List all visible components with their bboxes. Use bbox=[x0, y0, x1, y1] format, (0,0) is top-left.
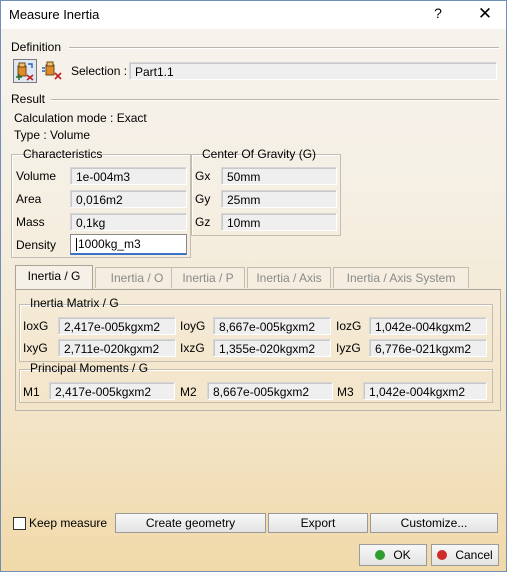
iyzg-field[interactable]: 6,776e-021kgxm2 bbox=[369, 339, 487, 357]
gz-label: Gz bbox=[195, 215, 211, 229]
measure-item-icon[interactable] bbox=[41, 59, 65, 83]
measure-mode-icon[interactable] bbox=[13, 59, 37, 83]
calculation-mode-text: Calculation mode : Exact bbox=[14, 111, 147, 125]
inertia-matrix-title: Inertia Matrix / G bbox=[30, 296, 119, 310]
m2-field[interactable]: 8,667e-005kgxm2 bbox=[207, 382, 333, 400]
measure-inertia-dialog: Measure Inertia ? ✕ Definition Selection… bbox=[0, 0, 507, 572]
export-button[interactable]: Export bbox=[268, 513, 368, 533]
type-text: Type : Volume bbox=[14, 128, 91, 142]
ixyg-label: IxyG bbox=[23, 341, 48, 355]
m2-label: M2 bbox=[180, 385, 197, 399]
area-label: Area bbox=[16, 192, 42, 206]
area-field[interactable]: 0,016m2 bbox=[70, 190, 187, 208]
mass-field[interactable]: 0,1kg bbox=[70, 213, 187, 231]
ok-button[interactable]: OK bbox=[359, 544, 427, 566]
ioyg-field[interactable]: 8,667e-005kgxm2 bbox=[213, 317, 331, 335]
iozg-field[interactable]: 1,042e-004kgxm2 bbox=[369, 317, 487, 335]
iyzg-label: IyzG bbox=[336, 341, 361, 355]
center-of-gravity-title: Center Of Gravity (G) bbox=[202, 147, 317, 161]
help-button[interactable]: ? bbox=[426, 5, 450, 25]
window-title: Measure Inertia bbox=[9, 7, 100, 22]
tab-inertia-g[interactable]: Inertia / G bbox=[15, 265, 93, 289]
density-input[interactable]: 1000kg_m3 bbox=[70, 234, 187, 255]
iozg-label: IozG bbox=[336, 319, 362, 333]
ok-label: OK bbox=[393, 548, 411, 562]
cancel-button[interactable]: Cancel bbox=[431, 544, 499, 566]
customize-button[interactable]: Customize... bbox=[370, 513, 498, 533]
keep-measure-label: Keep measure bbox=[29, 516, 108, 530]
m3-label: M3 bbox=[337, 385, 354, 399]
ioxg-field[interactable]: 2,417e-005kgxm2 bbox=[58, 317, 176, 335]
gy-field[interactable]: 25mm bbox=[221, 190, 337, 208]
gx-field[interactable]: 50mm bbox=[221, 167, 337, 185]
density-value: 1000kg_m3 bbox=[78, 237, 141, 251]
characteristics-title: Characteristics bbox=[23, 147, 103, 161]
definition-label: Definition bbox=[11, 40, 62, 54]
density-label: Density bbox=[16, 238, 57, 252]
m3-field[interactable]: 1,042e-004kgxm2 bbox=[363, 382, 487, 400]
result-label: Result bbox=[11, 92, 46, 106]
tab-inertia-o[interactable]: Inertia / O bbox=[95, 267, 179, 288]
ioyg-label: IoyG bbox=[180, 319, 206, 333]
selection-field[interactable]: Part1.1 bbox=[129, 62, 497, 80]
volume-field[interactable]: 1e-004m3 bbox=[70, 167, 187, 185]
m1-label: M1 bbox=[23, 385, 40, 399]
gy-label: Gy bbox=[195, 192, 211, 206]
cancel-label: Cancel bbox=[455, 548, 493, 562]
mass-label: Mass bbox=[16, 215, 45, 229]
principal-moments-title: Principal Moments / G bbox=[30, 361, 149, 375]
ok-icon bbox=[375, 550, 386, 560]
definition-divider bbox=[69, 47, 499, 49]
keep-measure-checkbox[interactable] bbox=[13, 517, 26, 530]
ixzg-field[interactable]: 1,355e-020kgxm2 bbox=[213, 339, 331, 357]
create-geometry-button[interactable]: Create geometry bbox=[115, 513, 266, 533]
close-button[interactable]: ✕ bbox=[471, 4, 499, 26]
ixyg-field[interactable]: 2,711e-020kgxm2 bbox=[58, 339, 176, 357]
volume-label: Volume bbox=[16, 169, 57, 183]
cancel-icon bbox=[437, 550, 448, 560]
tab-inertia-axis-system[interactable]: Inertia / Axis System bbox=[333, 267, 469, 288]
ixzg-label: IxzG bbox=[180, 341, 205, 355]
text-caret bbox=[76, 238, 77, 252]
tab-inertia-axis[interactable]: Inertia / Axis bbox=[247, 267, 331, 288]
m1-field[interactable]: 2,417e-005kgxm2 bbox=[49, 382, 175, 400]
title-bar: Measure Inertia ? ✕ bbox=[1, 1, 506, 29]
gz-field[interactable]: 10mm bbox=[221, 213, 337, 231]
tab-inertia-p[interactable]: Inertia / P bbox=[171, 267, 245, 288]
selection-label: Selection : bbox=[71, 64, 128, 78]
gx-label: Gx bbox=[195, 169, 211, 183]
ioxg-label: IoxG bbox=[23, 319, 49, 333]
result-divider bbox=[51, 99, 499, 101]
